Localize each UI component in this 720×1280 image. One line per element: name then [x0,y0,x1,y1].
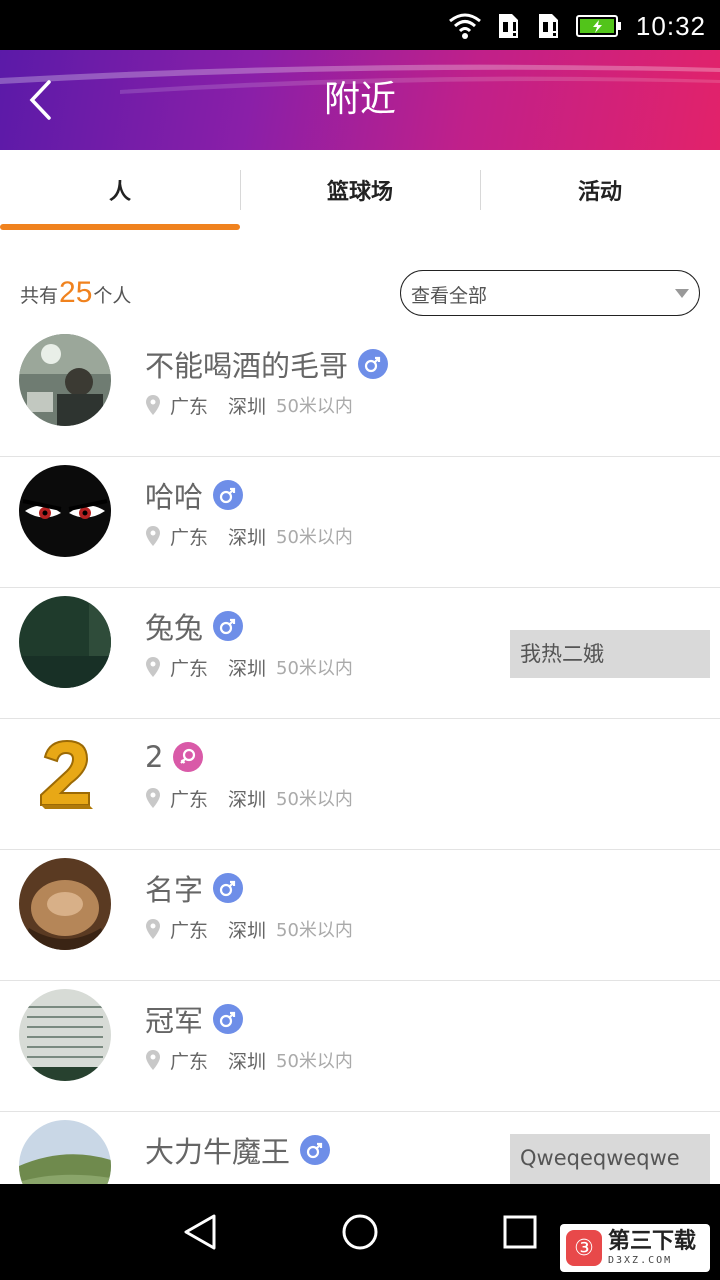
province: 广东 [170,1050,209,1073]
city: 深圳 [228,788,267,811]
avatar[interactable] [19,727,111,819]
count-number: 25 [59,276,93,309]
watermark-logo: ③ 第三下载 D3XZ.COM [560,1224,710,1272]
status-icons: 10:32 [448,8,706,44]
province: 广东 [170,788,209,811]
location-row: 广东 深圳 50米以内 [146,914,353,944]
distance: 50米以内 [276,396,353,417]
user-name: 哈哈 [145,480,204,514]
distance: 50米以内 [276,658,353,679]
avatar-photo [19,1120,111,1184]
location-pin-icon [146,657,160,677]
watermark-subtext: D3XZ.COM [608,1254,673,1266]
city: 深圳 [228,526,267,549]
distance: 50米以内 [276,789,353,810]
location-row: 广东 深圳 50米以内 [146,652,353,682]
dropdown-arrow-icon [675,289,689,298]
location-row: 广东 深圳 50米以内 [146,390,353,420]
people-list: 不能喝酒的毛哥 广东 深圳 50米以内 哈哈 广东 深圳 50米以内 兔兔 广东… [0,326,720,1184]
avatar[interactable] [19,858,111,950]
people-count: 共有 25 个人 [20,276,131,310]
city: 深圳 [228,657,267,680]
tab-activities[interactable]: 活动 [480,150,720,230]
status-time: 10:32 [635,10,706,41]
nav-home-button[interactable] [340,1212,380,1252]
list-item[interactable]: 不能喝酒的毛哥 广东 深圳 50米以内 [0,326,720,457]
avatar[interactable] [19,596,111,688]
page-title: 附近 [323,79,396,120]
avatar[interactable] [19,989,111,1081]
avatar-photo [19,727,111,819]
male-icon [213,873,244,903]
location-pin-icon [146,526,160,546]
summary-row: 共有 25 个人 查看全部 [0,258,720,326]
battery-icon [575,15,621,37]
tab-bar: 人 篮球场 活动 [0,150,720,230]
avatar-photo [19,334,111,426]
user-name: 兔兔 [145,611,204,645]
list-item[interactable]: 名字 广东 深圳 50米以内 [0,850,720,981]
location-pin-icon [146,1050,160,1070]
avatar-photo [19,596,111,688]
tab-people[interactable]: 人 [0,150,240,230]
filter-dropdown[interactable]: 查看全部 [400,270,700,316]
location-pin-icon [146,395,160,415]
wifi-icon [448,13,481,39]
nav-recents-button[interactable] [500,1212,540,1252]
distance: 50米以内 [276,527,353,548]
city: 深圳 [228,395,267,418]
signature-bubble: 我热二娥 [510,630,710,678]
distance: 50米以内 [276,1051,353,1072]
count-suffix: 个人 [93,285,132,307]
signature-bubble: Qweqeqweqwe [510,1134,710,1184]
user-name: 不能喝酒的毛哥 [145,349,349,383]
list-item[interactable]: 哈哈 广东 深圳 50米以内 [0,457,720,588]
avatar[interactable] [19,334,111,426]
watermark-icon: ③ [566,1230,602,1266]
location-pin-icon [146,919,160,939]
province: 广东 [170,919,209,942]
user-name: 冠军 [145,1004,204,1038]
province: 广东 [170,526,209,549]
male-icon [213,1004,244,1034]
female-icon [173,742,204,772]
male-icon [300,1135,331,1165]
avatar-photo [19,465,111,557]
list-item[interactable]: 大力牛魔王 Qweqeqweqwe [0,1112,720,1184]
male-icon [213,480,244,510]
location-row: 广东 深圳 50米以内 [146,521,353,551]
sim-alert-icon [498,14,518,38]
app-header: 附近 [0,50,720,150]
avatar-photo [19,858,111,950]
user-name: 2 [145,740,164,774]
location-pin-icon [146,788,160,808]
list-item[interactable]: 2 广东 深圳 50米以内 [0,719,720,850]
watermark-text: 第三下载 [608,1228,697,1254]
count-prefix: 共有 [20,285,59,307]
city: 深圳 [228,919,267,942]
sim-alert-icon-2 [538,14,558,38]
triangle-back-icon [184,1214,216,1250]
user-name: 大力牛魔王 [145,1135,291,1169]
circle-home-icon [342,1214,378,1250]
nav-back-button[interactable] [180,1212,220,1252]
distance: 50米以内 [276,920,353,941]
avatar-photo [19,989,111,1081]
status-bar: 10:32 [0,0,720,50]
province: 广东 [170,395,209,418]
location-row: 广东 深圳 50米以内 [146,783,353,813]
tab-basketball-court[interactable]: 篮球场 [240,150,480,230]
male-icon [213,611,244,641]
list-item[interactable]: 冠军 广东 深圳 50米以内 [0,981,720,1112]
square-recents-icon [503,1215,537,1249]
province: 广东 [170,657,209,680]
location-row: 广东 深圳 50米以内 [146,1045,353,1075]
city: 深圳 [228,1050,267,1073]
male-icon [358,349,389,379]
filter-selected: 查看全部 [411,285,488,307]
user-name: 名字 [145,873,204,907]
avatar[interactable] [19,465,111,557]
avatar[interactable] [19,1120,111,1184]
list-item[interactable]: 兔兔 广东 深圳 50米以内 我热二娥 [0,588,720,719]
